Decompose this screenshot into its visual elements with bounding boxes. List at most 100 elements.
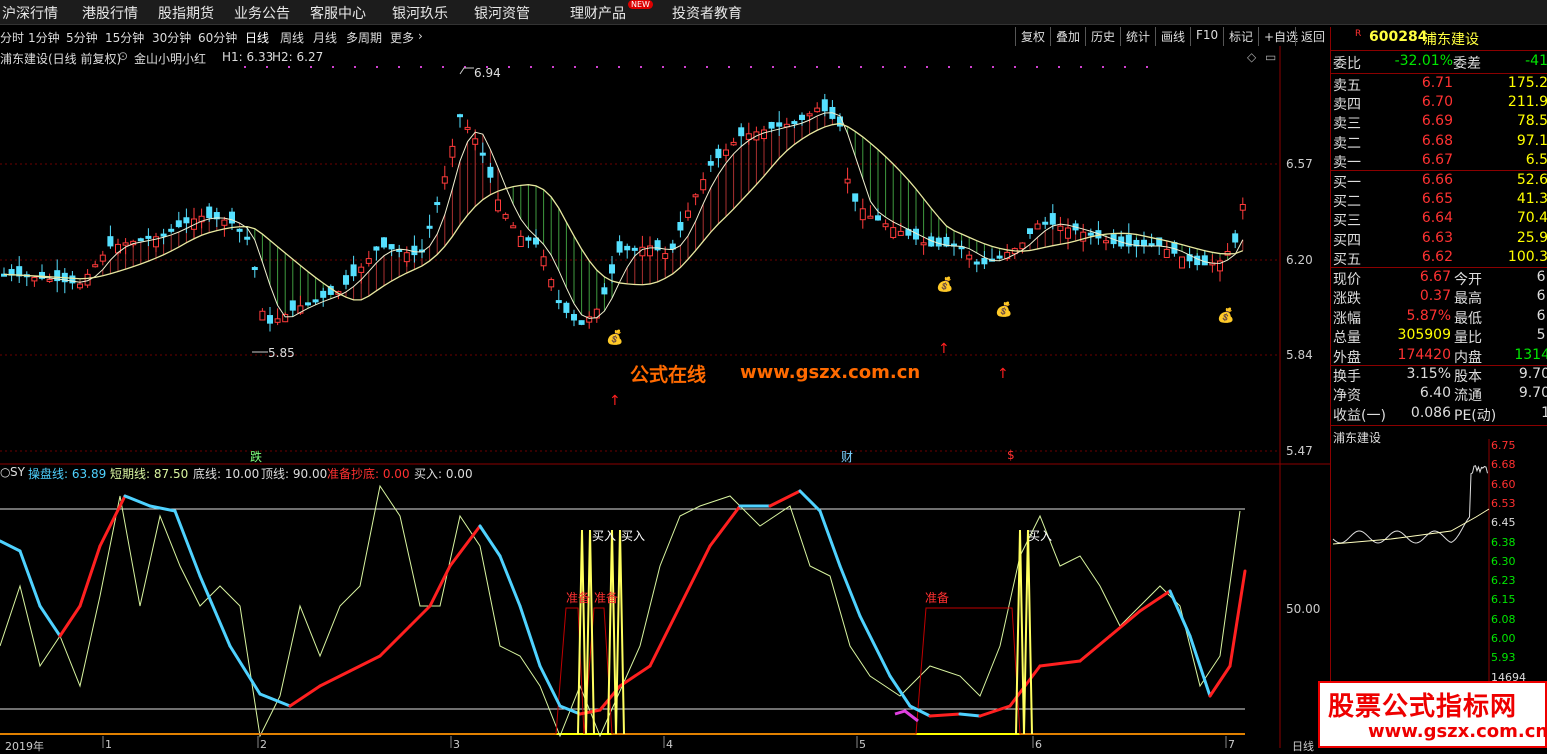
operation-segment [1078, 634, 1112, 663]
ma-short-line [3, 112, 1244, 319]
ask-row[interactable]: 卖三 6.69 78.5 [1333, 113, 1547, 132]
money-bag-icon: 💰 [606, 330, 624, 346]
period-1min[interactable]: 1分钟 [28, 29, 60, 46]
huaxian-button[interactable]: 画线 [1155, 27, 1190, 46]
candle-body [867, 215, 874, 219]
period-30min[interactable]: 30分钟 [152, 29, 191, 46]
candle-body [935, 237, 942, 247]
lishi-button[interactable]: 历史 [1085, 27, 1120, 46]
ask-row[interactable]: 卖五 6.71 175.2 [1333, 75, 1547, 94]
back-button[interactable]: 返回 [1295, 27, 1330, 46]
indicator-name[interactable]: SY [10, 465, 25, 479]
candle-body [806, 113, 813, 117]
kline-chart[interactable] [0, 46, 1330, 748]
period-weekly[interactable]: 周线 [280, 29, 304, 46]
period-more[interactable]: 更多 [390, 29, 414, 46]
period-monthly[interactable]: 月线 [313, 29, 337, 46]
signal-dot [662, 66, 664, 68]
bid-row[interactable]: 买四 6.63 25.9 [1333, 230, 1547, 249]
new-badge: NEW [628, 0, 653, 9]
signal-dot [1124, 66, 1126, 68]
candle-body [175, 220, 182, 228]
period-daily[interactable]: 日线 [245, 29, 269, 46]
tab-guzhi[interactable]: 股指期货 [158, 3, 214, 23]
money-bag-icon: 💰 [1217, 308, 1235, 324]
tab-touzizhe[interactable]: 投资者教育 [672, 3, 742, 23]
f10-button[interactable]: F10 [1190, 27, 1223, 46]
row-label: 卖五 [1333, 78, 1361, 94]
tab-licai[interactable]: 理财产品 [570, 3, 626, 23]
ask-row[interactable]: 卖二 6.68 97.1 [1333, 133, 1547, 152]
stat-label: 外盘 [1333, 349, 1361, 366]
period-fenshi[interactable]: 分时 [0, 29, 24, 46]
row-volume: 6.5 [1525, 151, 1547, 168]
bid-row[interactable]: 买二 6.65 41.3 [1333, 191, 1547, 210]
stat-value: 6.40 [1419, 385, 1451, 402]
tongji-button[interactable]: 统计 [1120, 27, 1155, 46]
signal-dot [310, 66, 312, 68]
bid-row[interactable]: 买三 6.64 70.4 [1333, 210, 1547, 229]
tab-yinhe-zigu[interactable]: 银河资管 [474, 3, 530, 23]
bid-row[interactable]: 买一 6.66 52.6 [1333, 172, 1547, 191]
signal-dot [640, 66, 642, 68]
event-marker-cai[interactable]: 财 [841, 448, 853, 465]
bid-row[interactable]: 买五 6.62 100.3 [1333, 249, 1547, 268]
row-price: 6.68 [1421, 132, 1453, 149]
tab-yewu[interactable]: 业务公告 [234, 3, 290, 23]
biaoji-button[interactable]: 标记 [1223, 27, 1258, 46]
legend-dixian: 底线: 10.00 [193, 467, 260, 481]
candle-body [799, 114, 805, 120]
signal-dot [706, 66, 708, 68]
candle-body [343, 275, 349, 285]
event-marker-die[interactable]: 跌 [250, 448, 262, 465]
ask-row[interactable]: 卖一 6.67 6.5 [1333, 152, 1547, 171]
candle-body [525, 237, 532, 241]
operation-segment [288, 684, 322, 708]
chevron-right-icon[interactable]: › [418, 29, 423, 43]
row-volume: 211.9 [1507, 94, 1547, 111]
signal-dot [838, 66, 840, 68]
candle-body [571, 314, 577, 321]
row-volume: 70.4 [1516, 210, 1547, 227]
stat-label2: 流通 [1454, 388, 1482, 405]
tab-kefu[interactable]: 客服中心 [310, 3, 366, 23]
candle-body [441, 176, 448, 184]
tab-ganggu[interactable]: 港股行情 [82, 3, 138, 23]
stat-label2: 今开 [1454, 272, 1482, 288]
candle-body [776, 122, 783, 127]
period-multi[interactable]: 多周期 [346, 29, 382, 46]
stat-row: 外盘 174420 内盘 1314 [1333, 347, 1547, 366]
signal-dot [684, 66, 686, 68]
row-price: 6.71 [1421, 75, 1453, 91]
candle-body [206, 206, 213, 219]
row-label: 买三 [1333, 213, 1361, 230]
row-price: 6.69 [1421, 113, 1453, 130]
operation-segment [978, 704, 1012, 718]
period-5min[interactable]: 5分钟 [66, 29, 98, 46]
top-nav-bar: 沪深行情 港股行情 股指期货 业务公告 客服中心 银河玖乐 银河资管 理财产品 … [0, 0, 1547, 25]
candle-body [548, 279, 555, 288]
period-60min[interactable]: 60分钟 [198, 29, 237, 46]
signal-dot [420, 66, 422, 68]
row-label: 买四 [1333, 232, 1361, 249]
fuquan-button[interactable]: 复权 [1015, 27, 1050, 46]
candle-body [183, 217, 190, 224]
x-label: 5 [859, 738, 866, 751]
operation-segment [318, 669, 352, 688]
diejia-button[interactable]: 叠加 [1050, 27, 1085, 46]
operation-segment [0, 539, 22, 553]
ask-row[interactable]: 卖四 6.70 211.9 [1333, 94, 1547, 113]
candle-body [859, 208, 866, 221]
short-term-line [0, 484, 1241, 738]
candle-body [434, 202, 441, 206]
tab-hushen[interactable]: 沪深行情 [2, 3, 58, 23]
candle-body [479, 152, 486, 156]
candle-body [1179, 256, 1185, 269]
event-marker-dollar[interactable]: $ [1007, 448, 1015, 462]
candle-body [373, 246, 380, 251]
operation-segment [478, 524, 502, 558]
tab-yinhe-jiule[interactable]: 银河玖乐 [392, 3, 448, 23]
period-15min[interactable]: 15分钟 [105, 29, 144, 46]
r-badge: R [1355, 29, 1362, 39]
stat-value2: 6. [1536, 288, 1547, 305]
